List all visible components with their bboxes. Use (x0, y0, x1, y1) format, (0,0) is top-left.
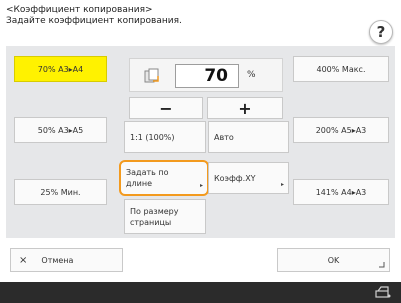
preset-label: 25% Мин. (40, 187, 81, 197)
preset-label: 200% A5▸A3 (315, 125, 367, 135)
help-button[interactable]: ? (369, 20, 393, 44)
preset-141-a4-a3[interactable]: 141% A4▸A3 (293, 179, 389, 205)
auto-label: Авто (214, 132, 234, 142)
xy-ratio-label: Коэфф.XY (214, 173, 256, 183)
increase-button[interactable]: + (207, 97, 283, 119)
corner-arrow-icon (379, 262, 385, 268)
plus-icon: + (238, 98, 252, 118)
preset-50-a3-a5[interactable]: 50% A3▸A5 (14, 117, 107, 143)
ok-button[interactable]: OK (277, 248, 390, 272)
chevron-right-icon: ▸ (199, 182, 203, 189)
cancel-button[interactable]: × Отмена (10, 248, 123, 272)
xy-ratio-button[interactable]: Коэфф.XY ▸ (208, 162, 289, 194)
copy-ratio-icon (144, 68, 159, 83)
preset-label: 141% A4▸A3 (315, 187, 367, 197)
set-by-length-label: Задать по длине (126, 168, 169, 188)
decrease-button[interactable]: − (129, 97, 203, 119)
fit-to-page-button[interactable]: По размеру страницы (124, 199, 206, 234)
scanner-status-icon[interactable] (375, 285, 391, 299)
one-to-one-button[interactable]: 1:1 (100%) (124, 121, 206, 153)
preset-label: 400% Макс. (316, 64, 366, 74)
preset-label: 50% A3▸A5 (37, 125, 84, 135)
set-by-length-button[interactable]: Задать по длине ▸ (119, 160, 209, 196)
preset-70-a3-a4[interactable]: 70% A3▸A4 (14, 56, 107, 82)
preset-200-a5-a3[interactable]: 200% A5▸A3 (293, 117, 389, 143)
preset-label: 70% A3▸A4 (37, 64, 84, 74)
header-subtitle: Задайте коэффициент копирования. (6, 16, 182, 26)
status-bar (0, 282, 401, 303)
ratio-display: 70 % (129, 58, 283, 92)
auto-button[interactable]: Авто (208, 121, 289, 153)
preset-400-max[interactable]: 400% Макс. (293, 56, 389, 82)
ratio-unit: % (247, 70, 256, 80)
header-title: <Коэффициент копирования> (6, 5, 153, 15)
one-to-one-label: 1:1 (100%) (130, 132, 175, 142)
fit-to-page-label: По размеру страницы (130, 206, 179, 227)
chevron-right-icon: ▸ (280, 181, 284, 188)
preset-25-min[interactable]: 25% Мин. (14, 179, 107, 205)
ratio-value-field[interactable]: 70 (175, 64, 239, 88)
cancel-label: Отмена (41, 255, 74, 265)
ok-label: OK (327, 255, 340, 265)
minus-icon: − (159, 98, 173, 118)
close-icon: × (19, 254, 28, 266)
